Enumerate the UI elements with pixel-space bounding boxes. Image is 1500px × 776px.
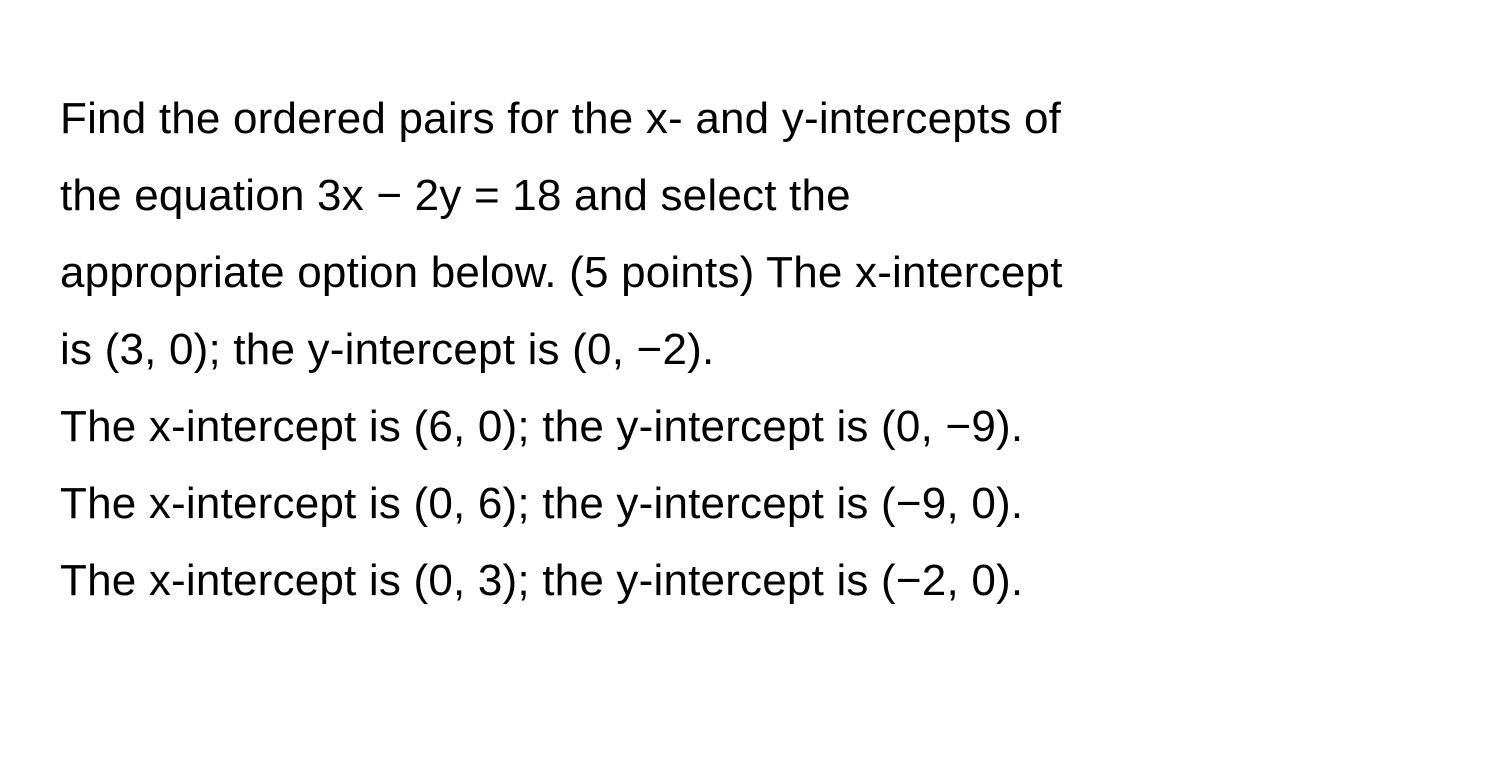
question-line-3: appropriate option below. (5 points) The… (60, 234, 1440, 311)
question-line-2: the equation 3x − 2y = 18 and select the (60, 157, 1440, 234)
question-line-4: is (3, 0); the y-intercept is (0, −2). (60, 311, 1440, 388)
question-line-1: Find the ordered pairs for the x- and y-… (60, 80, 1440, 157)
option-line-5: The x-intercept is (6, 0); the y-interce… (60, 388, 1440, 465)
option-line-7: The x-intercept is (0, 3); the y-interce… (60, 542, 1440, 619)
question-container: Find the ordered pairs for the x- and y-… (60, 80, 1440, 619)
option-line-6: The x-intercept is (0, 6); the y-interce… (60, 465, 1440, 542)
